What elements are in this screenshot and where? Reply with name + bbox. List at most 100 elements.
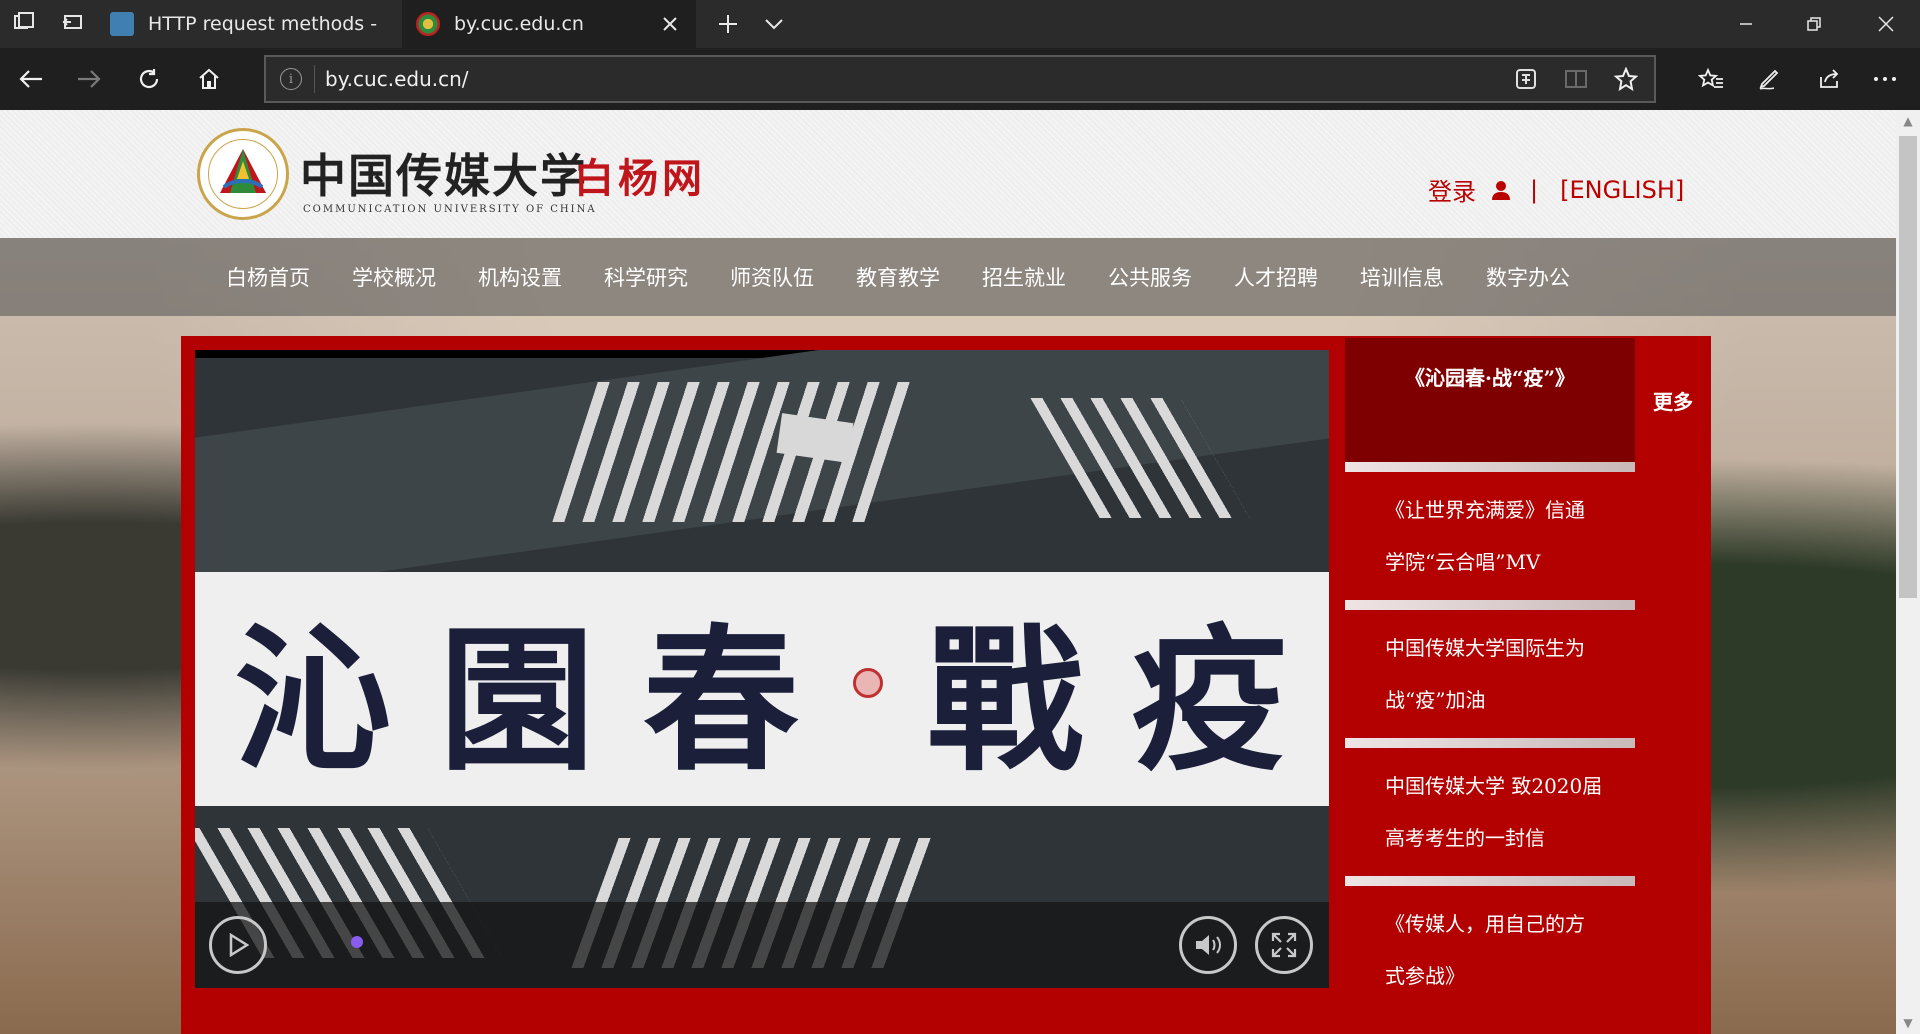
nav-item-faculty[interactable]: 师资队伍 [730, 238, 814, 316]
tabs-dropdown-button[interactable] [752, 0, 796, 48]
tab-title: by.cuc.edu.cn [454, 13, 584, 35]
news-line: 式参战》 [1385, 964, 1465, 988]
home-button[interactable] [184, 55, 234, 103]
fullscreen-button[interactable] [1255, 916, 1313, 974]
info-icon[interactable]: i [280, 68, 302, 90]
address-separator [314, 65, 315, 93]
volume-button[interactable] [1179, 916, 1237, 974]
cuc-favicon-icon [416, 12, 440, 36]
set-aside-tabs-icon [13, 11, 35, 37]
news-line: 《让世界充满爱》信通 [1385, 498, 1585, 522]
refresh-button[interactable] [124, 55, 174, 103]
english-link[interactable]: [ENGLISH] [1560, 176, 1684, 204]
close-icon [663, 17, 677, 31]
logo-chinese-name[interactable]: 中国传媒大学 [300, 140, 588, 206]
pen-icon [1759, 69, 1779, 90]
immersive-reader-button[interactable] [1508, 61, 1544, 97]
nav-item-departments[interactable]: 机构设置 [478, 238, 562, 316]
calligraphy-title: 沁 園 春 戰 疫 [235, 582, 1295, 792]
favorite-button[interactable] [1608, 61, 1644, 97]
featured-news-link[interactable]: 《沁园春·战“疫”》 [1345, 338, 1635, 462]
restore-icon [1807, 17, 1821, 31]
more-icon [1874, 77, 1896, 81]
nav-item-training[interactable]: 培训信息 [1360, 238, 1444, 316]
news-divider [1345, 738, 1635, 748]
calligraphy-char: 疫 [1131, 609, 1295, 792]
more-link[interactable]: 更多 [1635, 338, 1711, 462]
progress-indicator[interactable] [351, 936, 363, 948]
settings-more-button[interactable] [1860, 55, 1910, 103]
add-notes-button[interactable] [1744, 55, 1794, 103]
news-divider [1345, 876, 1635, 886]
news-line: 高考考生的一封信 [1385, 826, 1545, 850]
nav-item-about[interactable]: 学校概况 [352, 238, 436, 316]
page-scrollbar[interactable]: ▲ ▼ [1896, 110, 1920, 1034]
share-icon [1820, 69, 1839, 88]
chevron-down-icon [765, 19, 783, 30]
home-icon [199, 68, 219, 89]
minimize-button[interactable] [1712, 0, 1780, 48]
news-line: 学院“云合唱”MV [1385, 550, 1541, 574]
tab-http-methods[interactable]: HTTP request methods - HT [96, 0, 400, 48]
site-header: 中国传媒大学 COMMUNICATION UNIVERSITY OF CHINA… [0, 110, 1896, 238]
play-icon [229, 933, 249, 957]
logo-baiyang[interactable]: 白杨网 [574, 146, 706, 204]
header-separator: | [1530, 175, 1539, 204]
news-item[interactable]: 《传媒人，用自己的方 式参战》 [1345, 886, 1635, 1012]
forward-arrow-icon [78, 70, 101, 88]
user-icon[interactable] [1490, 179, 1512, 201]
scrollbar-thumb[interactable] [1899, 136, 1917, 598]
news-item[interactable]: 中国传媒大学 致2020届 高考考生的一封信 [1345, 748, 1635, 874]
new-tab-button[interactable] [704, 0, 752, 48]
browser-tab-bar: HTTP request methods - HT by.cuc.edu.cn [0, 0, 1920, 48]
immersive-icon [1516, 69, 1536, 89]
scroll-down-icon[interactable]: ▼ [1896, 1012, 1920, 1034]
news-item[interactable]: 《让世界充满爱》信通 学院“云合唱”MV [1345, 472, 1635, 598]
close-window-button[interactable] [1852, 0, 1920, 48]
fullscreen-icon [1271, 932, 1297, 958]
nav-item-recruitment[interactable]: 人才招聘 [1234, 238, 1318, 316]
set-aside-tabs-button[interactable] [0, 0, 48, 48]
news-line: 战“疫”加油 [1385, 688, 1486, 712]
main-nav: 白杨首页 学校概况 机构设置 科学研究 师资队伍 教育教学 招生就业 公共服务 … [0, 238, 1896, 316]
calligraphy-char: 春 [643, 609, 807, 792]
tab-title: HTTP request methods - HT [148, 13, 378, 35]
back-button[interactable] [6, 55, 56, 103]
share-button[interactable] [1804, 55, 1854, 103]
news-line: 中国传媒大学国际生为 [1385, 636, 1585, 660]
forward-button[interactable] [64, 55, 114, 103]
reading-view-icon [1565, 70, 1587, 88]
close-icon [1878, 16, 1894, 32]
scroll-up-icon[interactable]: ▲ [1896, 110, 1920, 132]
reading-view-button[interactable] [1558, 61, 1594, 97]
mdn-favicon-icon [110, 12, 134, 36]
nav-item-home[interactable]: 白杨首页 [226, 238, 310, 316]
nav-item-services[interactable]: 公共服务 [1108, 238, 1192, 316]
video-controls [195, 902, 1329, 988]
favorites-hub-button[interactable] [1686, 55, 1736, 103]
nav-item-education[interactable]: 教育教学 [856, 238, 940, 316]
news-item[interactable]: 中国传媒大学国际生为 战“疫”加油 [1345, 610, 1635, 736]
nav-item-research[interactable]: 科学研究 [604, 238, 688, 316]
university-emblem-icon[interactable] [197, 128, 289, 220]
close-tab-button[interactable] [654, 8, 686, 40]
logo-english-name: COMMUNICATION UNIVERSITY OF CHINA [303, 204, 597, 215]
url-text[interactable]: by.cuc.edu.cn/ [325, 67, 469, 91]
nav-item-office[interactable]: 数字办公 [1486, 238, 1570, 316]
video-player[interactable]: 沁 園 春 戰 疫 [195, 350, 1329, 988]
restore-button[interactable] [1780, 0, 1848, 48]
calligraphy-char: 沁 [235, 609, 399, 792]
tab-preview-button[interactable] [48, 0, 96, 48]
star-icon [1614, 67, 1638, 91]
plus-icon [719, 15, 737, 33]
news-line: 中国传媒大学 致2020届 [1385, 774, 1603, 798]
address-bar[interactable]: i by.cuc.edu.cn/ [264, 55, 1656, 103]
page-viewport: 中国传媒大学 COMMUNICATION UNIVERSITY OF CHINA… [0, 110, 1896, 1034]
news-divider [1345, 600, 1635, 610]
nav-item-admissions[interactable]: 招生就业 [982, 238, 1066, 316]
tab-cuc[interactable]: by.cuc.edu.cn [402, 0, 696, 48]
red-seal-icon [853, 668, 883, 698]
play-button[interactable] [209, 916, 267, 974]
favorites-icon [1698, 67, 1723, 88]
login-link[interactable]: 登录 [1428, 172, 1476, 207]
